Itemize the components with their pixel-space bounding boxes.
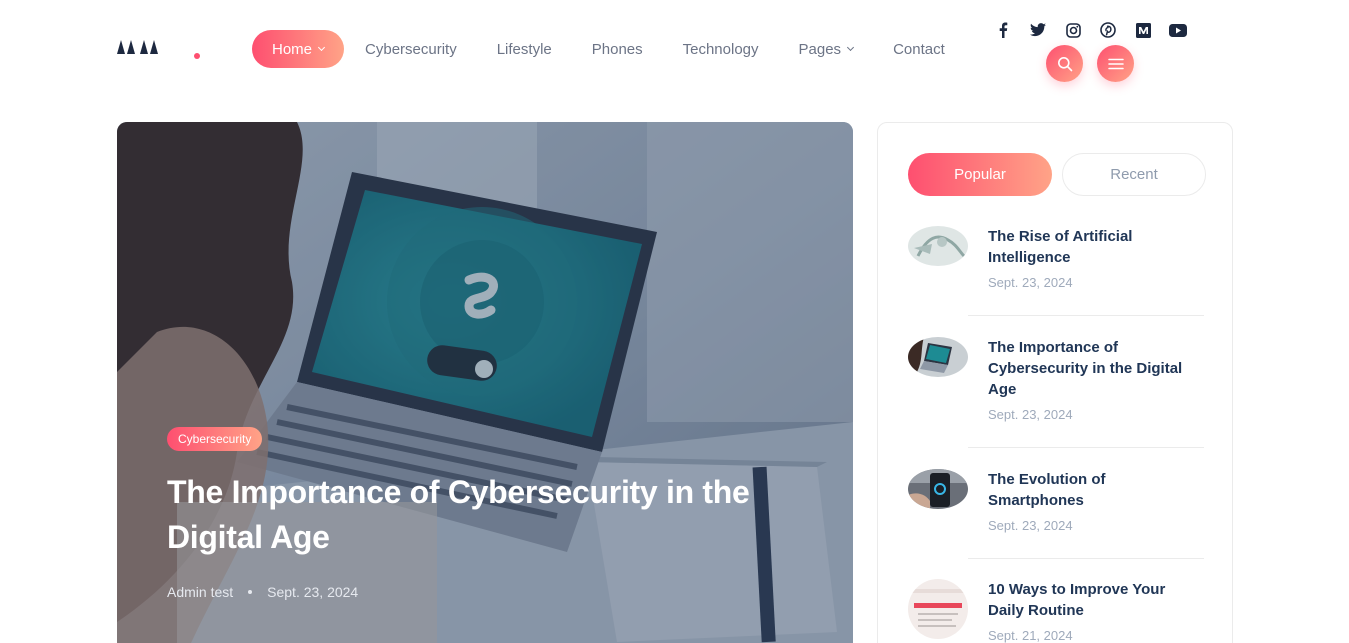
search-icon — [1057, 56, 1072, 71]
logo-dot — [194, 53, 200, 59]
nav-phones[interactable]: Phones — [592, 41, 643, 58]
nav-contact[interactable]: Contact — [893, 41, 945, 58]
nav-lifestyle[interactable]: Lifestyle — [497, 41, 552, 58]
post-title[interactable]: The Evolution of Smartphones — [988, 469, 1204, 511]
instagram-icon[interactable] — [1063, 21, 1083, 39]
nav-label: Phones — [591, 40, 643, 58]
nav-label: Technology — [682, 40, 759, 58]
post-date: Sept. 23, 2024 — [988, 407, 1073, 422]
meta-separator — [248, 590, 253, 594]
post-title[interactable]: 10 Ways to Improve Your Daily Routine — [988, 579, 1204, 621]
nav-cybersecurity[interactable]: Cybersecurity — [365, 41, 457, 58]
menu-button[interactable] — [1097, 45, 1134, 82]
chevron-down-icon — [847, 43, 855, 52]
tab-popular[interactable]: Popular — [908, 153, 1052, 196]
category-badge[interactable]: Cybersecurity — [167, 427, 263, 451]
divider — [968, 315, 1204, 316]
tab-recent[interactable]: Recent — [1062, 153, 1206, 196]
image-overlay — [117, 122, 853, 643]
logo-mark — [127, 40, 135, 54]
post-thumbnail[interactable] — [908, 469, 968, 509]
divider — [968, 447, 1204, 448]
post-thumbnail[interactable] — [908, 579, 968, 639]
nav-label: Home — [272, 40, 313, 58]
youtube-icon[interactable] — [1168, 21, 1188, 39]
medium-icon[interactable] — [1133, 21, 1153, 39]
nav-technology[interactable]: Technology — [683, 41, 759, 58]
nav-home[interactable]: Home — [252, 30, 345, 68]
logo-mark — [150, 40, 158, 54]
pinterest-icon[interactable] — [1098, 21, 1118, 39]
post-thumbnail[interactable] — [908, 226, 968, 266]
main-nav: Home Cybersecurity Lifestyle Phones Tech… — [252, 30, 985, 68]
facebook-icon[interactable] — [993, 21, 1013, 39]
featured-post[interactable]: Cybersecurity The Importance of Cybersec… — [117, 122, 853, 643]
search-button[interactable] — [1046, 45, 1083, 82]
site-logo[interactable] — [117, 40, 158, 54]
nav-label: Lifestyle — [496, 40, 552, 58]
chevron-down-icon — [317, 43, 326, 52]
post-date: Sept. 23, 2024 — [988, 275, 1073, 290]
post-tabs: Popular Recent — [908, 153, 1206, 196]
post-title[interactable]: The Rise of Artificial Intelligence — [988, 226, 1204, 268]
nav-label: Contact — [893, 40, 945, 58]
nav-label: Cybersecurity — [365, 40, 457, 58]
logo-mark — [140, 40, 148, 54]
divider — [968, 558, 1204, 559]
post-date: Sept. 21, 2024 — [988, 628, 1073, 643]
twitter-icon[interactable] — [1028, 21, 1048, 39]
post-title[interactable]: The Importance of Cybersecurity in the D… — [988, 337, 1204, 400]
nav-pages[interactable]: Pages — [798, 40, 855, 58]
post-meta: Admin test Sept. 23, 2024 — [167, 584, 358, 600]
logo-mark — [117, 40, 125, 54]
post-thumbnail[interactable] — [908, 337, 968, 377]
hamburger-icon — [1107, 58, 1124, 69]
social-links — [993, 21, 1203, 39]
post-date: Sept. 23, 2024 — [988, 518, 1073, 533]
sidebar-widget: Popular Recent The Rise of Artificial In… — [877, 122, 1233, 643]
post-date: Sept. 23, 2024 — [267, 584, 359, 600]
featured-post-title[interactable]: The Importance of Cybersecurity in the D… — [167, 470, 797, 560]
nav-label: Pages — [798, 40, 842, 58]
post-author[interactable]: Admin test — [167, 584, 233, 600]
